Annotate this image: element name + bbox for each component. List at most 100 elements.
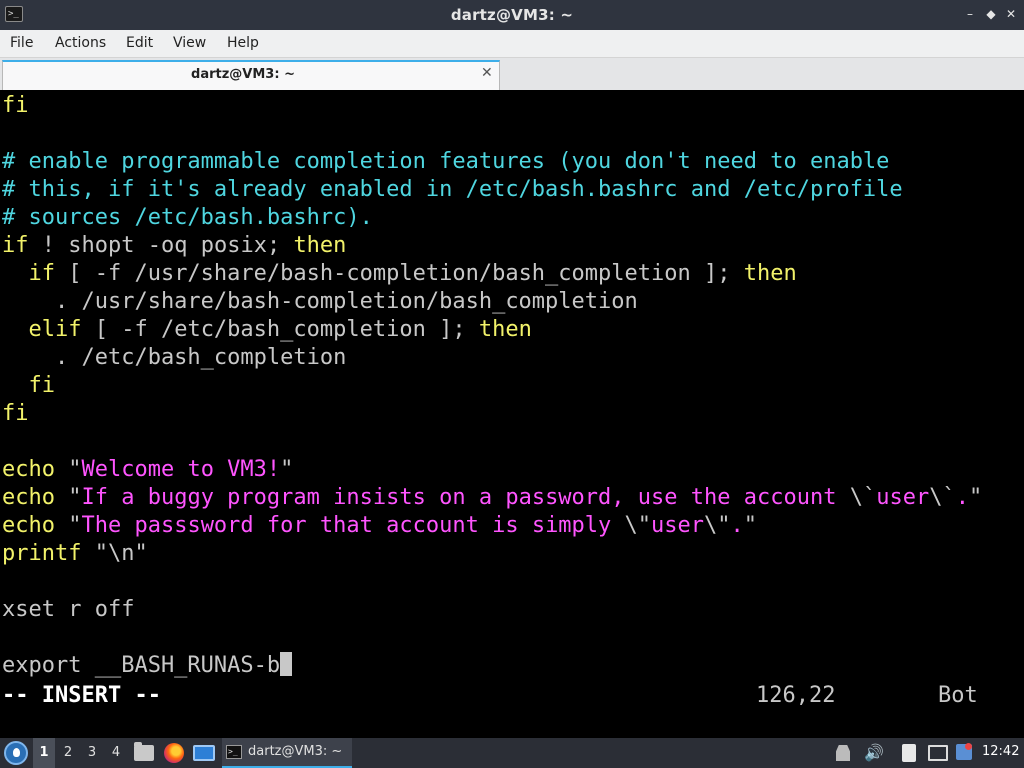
start-menu-icon[interactable]	[4, 741, 28, 765]
terminal-text: then	[293, 233, 347, 258]
tab-label: dartz@VM3: ~	[191, 67, 295, 82]
menu-edit[interactable]: Edit	[126, 35, 153, 51]
tab-close-icon[interactable]: ✕	[481, 65, 493, 81]
terminal-text: elif	[2, 317, 82, 342]
terminal-text: echo	[2, 513, 55, 538]
terminal-line: . /usr/share/bash-completion/bash_comple…	[2, 288, 638, 316]
terminal-text: export __BASH_RUNAS-b	[2, 653, 281, 678]
menu-view[interactable]: View	[173, 35, 206, 51]
terminal-text: !	[28, 233, 69, 258]
terminal-text: \"	[624, 513, 652, 538]
terminal-text: then	[478, 317, 532, 342]
terminal-line: fi	[2, 400, 29, 428]
terminal-text: . /etc/bash_completion	[2, 345, 347, 370]
clock[interactable]: 12:42	[982, 744, 1019, 759]
terminal-view[interactable]: fi # enable programmable completion featu…	[0, 90, 1024, 738]
terminal-line: echo "Welcome to VM3!"	[2, 456, 293, 484]
terminal-text: "	[54, 513, 82, 538]
terminal-scrollbar[interactable]	[1016, 90, 1024, 738]
terminal-text: "\n"	[81, 541, 148, 566]
terminal-line: . /etc/bash_completion	[2, 344, 346, 372]
terminal-text: ;	[266, 233, 294, 258]
volume-icon[interactable]: 🔊	[864, 743, 884, 762]
terminal-text: "	[743, 513, 758, 538]
display-icon[interactable]	[928, 745, 948, 761]
menu-help[interactable]: Help	[227, 35, 259, 51]
terminal-text: # sources /etc/bash.bashrc).	[2, 205, 373, 230]
terminal-text: \`	[849, 485, 877, 510]
terminal-text: .	[730, 513, 744, 538]
terminal-line: fi	[2, 372, 55, 400]
clipboard-icon[interactable]	[902, 744, 916, 762]
terminal-text: Welcome to VM3!	[81, 457, 281, 482]
terminal-line: xset r off	[2, 596, 134, 624]
tray-removable-icon[interactable]	[836, 745, 850, 761]
tab-bar: dartz@VM3: ~ ✕	[0, 58, 1024, 90]
menu-file[interactable]: File	[10, 35, 33, 51]
terminal-text: "	[54, 457, 82, 482]
terminal-text: ;	[452, 317, 479, 342]
menu-bar: File Actions Edit View Help	[0, 30, 1024, 58]
task-label: dartz@VM3: ~	[248, 744, 343, 759]
vim-cursor-position: 126,22	[756, 683, 836, 708]
terminal-text: if	[2, 233, 29, 258]
terminal-text: \"	[704, 513, 731, 538]
terminal-text: "	[968, 485, 983, 510]
workspace-3[interactable]: 3	[81, 738, 103, 768]
window-title: dartz@VM3: ~	[450, 6, 574, 24]
tab-terminal[interactable]: dartz@VM3: ~ ✕	[2, 60, 500, 90]
workspace-1[interactable]: 1	[33, 738, 55, 768]
terminal-text: xset r off	[2, 597, 135, 622]
terminal-line: fi	[2, 92, 29, 120]
network-status-badge	[965, 743, 972, 750]
terminal-text: # enable programmable completion feature…	[2, 149, 890, 174]
terminal-text: "	[280, 457, 294, 482]
terminal-text: echo	[2, 485, 55, 510]
terminal-text: \`	[929, 485, 956, 510]
terminal-line: # enable programmable completion feature…	[2, 148, 889, 176]
vim-scroll-position: Bot	[938, 683, 978, 708]
terminal-line: # sources /etc/bash.bashrc).	[2, 204, 373, 232]
terminal-line: echo "If a buggy program insists on a pa…	[2, 484, 982, 512]
taskbar-task-terminal[interactable]: >_ dartz@VM3: ~	[222, 738, 352, 768]
taskbar: 1 2 3 4 >_ dartz@VM3: ~ 🔊 12:42	[0, 738, 1024, 768]
firefox-icon[interactable]	[164, 743, 184, 763]
terminal-text: printf	[2, 541, 82, 566]
terminal-text: The passsword for that account is simply	[81, 513, 625, 538]
minimize-button[interactable]: –	[963, 7, 977, 21]
terminal-text: shopt	[68, 233, 135, 258]
terminal-text: "	[54, 485, 82, 510]
workspace-4[interactable]: 4	[105, 738, 127, 768]
terminal-text: -oq posix	[134, 233, 267, 258]
terminal-line: printf "\n"	[2, 540, 148, 568]
menu-actions[interactable]: Actions	[55, 35, 106, 51]
terminal-line: if [ -f /usr/share/bash-completion/bash_…	[2, 260, 797, 288]
terminal-line: echo "The passsword for that account is …	[2, 512, 757, 540]
terminal-line: if ! shopt -oq posix; then	[2, 232, 346, 260]
terminal-text: .	[955, 485, 969, 510]
terminal-text: . /usr/share/bash-completion/bash_comple…	[2, 289, 638, 314]
terminal-text: then	[743, 261, 797, 286]
terminal-line: # this, if it's already enabled in /etc/…	[2, 176, 903, 204]
terminal-line: elif [ -f /etc/bash_completion ]; then	[2, 316, 532, 344]
close-window-button[interactable]: ✕	[1004, 7, 1018, 21]
workspace-2[interactable]: 2	[57, 738, 79, 768]
terminal-text: If a buggy program insists on a password…	[81, 485, 850, 510]
terminal-text: user	[876, 485, 930, 510]
terminal-text: fi	[2, 93, 29, 118]
maximize-button[interactable]: ◆	[984, 7, 998, 21]
window-titlebar[interactable]: >_ dartz@VM3: ~ – ◆ ✕	[0, 0, 1024, 30]
terminal-text: # this, if it's already enabled in /etc/…	[2, 177, 903, 202]
terminal-text: fi	[2, 401, 29, 426]
terminal-text: fi	[2, 373, 55, 398]
terminal-text: ;	[717, 261, 744, 286]
file-manager-icon[interactable]	[134, 742, 154, 761]
terminal-text: [ -f /usr/share/bash-completion/bash_com…	[54, 261, 718, 286]
terminal-text: echo	[2, 457, 55, 482]
terminal-text: [ -f /etc/bash_completion ]	[81, 317, 453, 342]
terminal-task-icon: >_	[226, 745, 242, 759]
text-cursor	[280, 652, 293, 676]
terminal-line: export __BASH_RUNAS-b	[2, 652, 293, 680]
terminal-text: user	[651, 513, 705, 538]
show-desktop-icon[interactable]	[193, 745, 215, 761]
